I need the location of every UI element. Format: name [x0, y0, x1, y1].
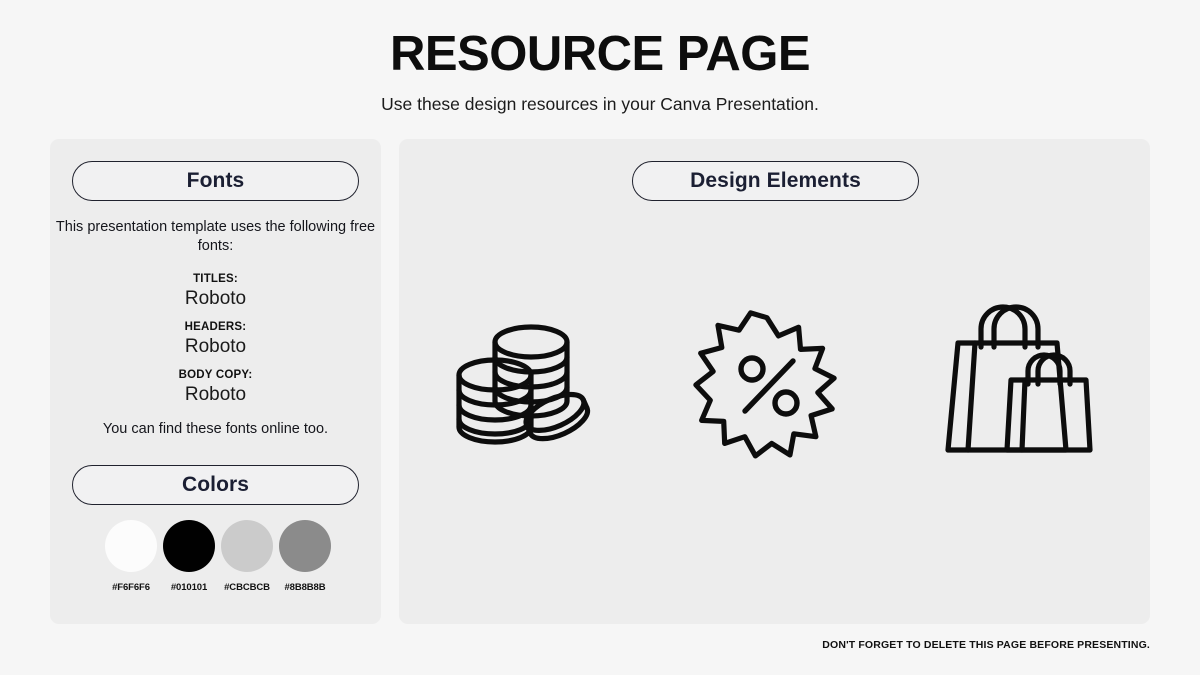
design-elements-icon-row: [399, 274, 1150, 494]
page-subtitle: Use these design resources in your Canva…: [381, 94, 819, 114]
fonts-intro-text: This presentation template uses the foll…: [55, 219, 376, 254]
font-group-body-copy: BODY COPY: Roboto: [50, 368, 381, 407]
color-swatch-item[interactable]: #8B8B8B: [279, 520, 331, 593]
color-swatch-item[interactable]: #010101: [163, 520, 215, 593]
font-name-label: Roboto: [184, 288, 247, 310]
delete-page-reminder-note: DON'T FORGET TO DELETE THIS PAGE BEFORE …: [822, 639, 1150, 651]
color-swatch-row: #F6F6F6 #010101 #CBCBCB #8B8B8B: [105, 520, 331, 593]
color-swatch-hex-label: #010101: [170, 582, 208, 593]
font-group-headers: HEADERS: Roboto: [50, 320, 381, 359]
page-title: RESOURCE PAGE: [389, 27, 811, 81]
color-swatch-hex-label: #CBCBCB: [224, 582, 270, 593]
design-elements-heading-pill[interactable]: Design Elements: [632, 161, 919, 201]
fonts-heading-label: Fonts: [186, 169, 245, 192]
color-swatch-dot[interactable]: [279, 520, 331, 572]
stacked-coins-icon[interactable]: [447, 309, 597, 459]
font-role-label: HEADERS:: [184, 321, 247, 333]
fonts-section-heading-pill[interactable]: Fonts: [72, 161, 359, 201]
color-swatch-dot[interactable]: [105, 520, 157, 572]
discount-starburst-icon[interactable]: [692, 309, 842, 459]
color-swatch-dot[interactable]: [221, 520, 273, 572]
design-elements-panel: Design Elements: [399, 139, 1150, 624]
font-role-label: BODY COPY:: [178, 369, 253, 381]
color-swatch-item[interactable]: #CBCBCB: [221, 520, 273, 593]
color-swatch-hex-label: #F6F6F6: [112, 582, 150, 593]
shopping-bags-icon[interactable]: [937, 302, 1102, 467]
font-name-label: Roboto: [184, 336, 247, 358]
color-swatch-dot[interactable]: [163, 520, 215, 572]
fonts-and-colors-panel: Fonts This presentation template uses th…: [50, 139, 381, 624]
design-elements-heading-label: Design Elements: [690, 169, 861, 192]
fonts-outro-text: You can find these fonts online too.: [102, 421, 329, 437]
color-swatch-hex-label: #8B8B8B: [284, 582, 326, 593]
font-group-titles: TITLES: Roboto: [50, 272, 381, 311]
font-role-label: TITLES:: [193, 273, 238, 285]
color-swatch-item[interactable]: #F6F6F6: [105, 520, 157, 593]
colors-heading-label: Colors: [181, 473, 250, 496]
font-name-label: Roboto: [184, 384, 247, 406]
colors-section-heading-pill[interactable]: Colors: [72, 465, 359, 505]
